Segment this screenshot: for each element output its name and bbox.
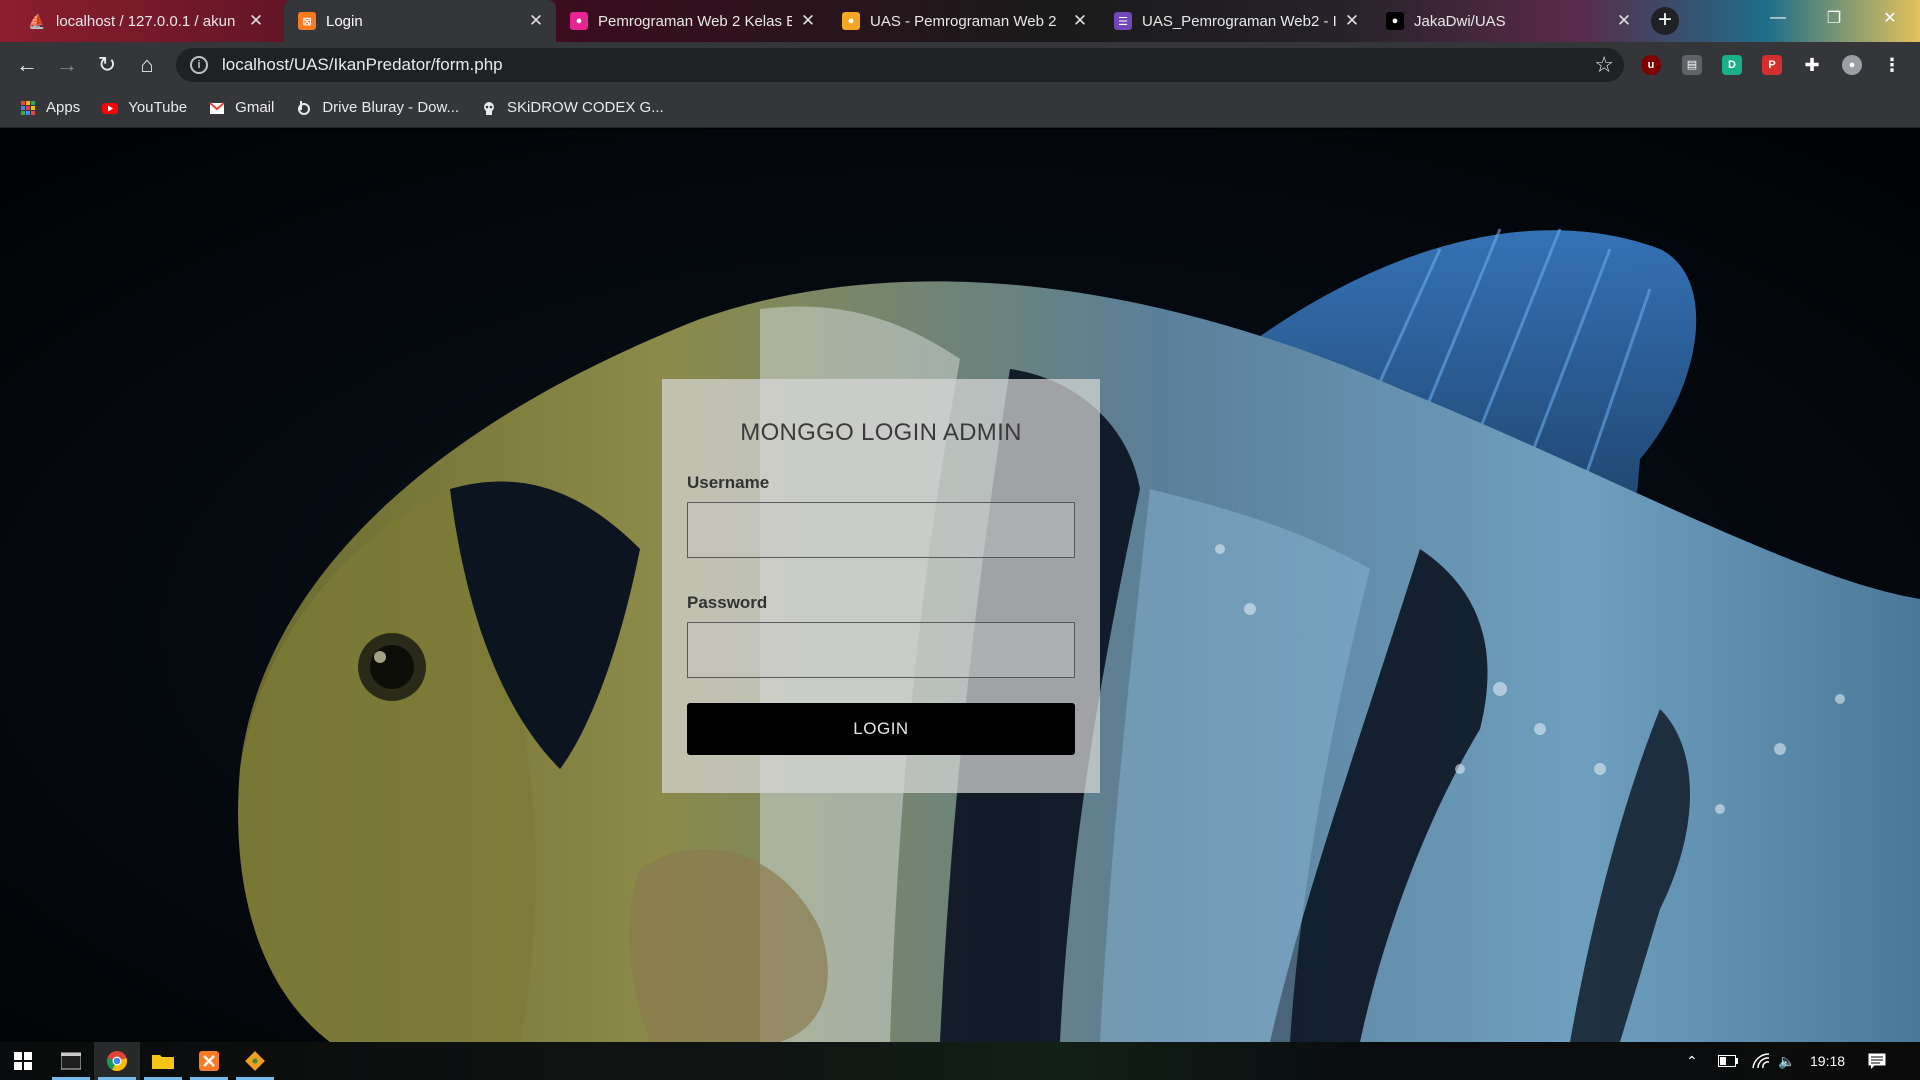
classroom-icon: ● xyxy=(842,12,860,30)
taskbar-chrome[interactable] xyxy=(94,1042,140,1080)
close-tab-icon[interactable]: ✕ xyxy=(528,12,544,29)
site-info-icon[interactable]: i xyxy=(190,56,208,74)
extension-d-icon[interactable]: D xyxy=(1722,55,1742,75)
close-tab-icon[interactable]: ✕ xyxy=(1072,12,1088,29)
taskbar-file-explorer[interactable] xyxy=(140,1042,186,1080)
new-tab-button[interactable]: + xyxy=(1651,7,1679,35)
xampp-icon: ⊠ xyxy=(298,12,316,30)
browser-toolbar: ← → ↻ ⌂ i localhost/UAS/IkanPredator/for… xyxy=(0,42,1920,88)
tab-uas-web2[interactable]: ● UAS - Pemrograman Web 2 ✕ xyxy=(828,0,1100,42)
tab-uas-form[interactable]: ☰ UAS_Pemrograman Web2 - I ✕ xyxy=(1100,0,1372,42)
bookmark-star-icon[interactable]: ☆ xyxy=(1594,52,1614,78)
bookmark-skidrow[interactable]: SKiDROW CODEX G... xyxy=(481,99,664,116)
minimize-button[interactable]: — xyxy=(1750,0,1806,36)
github-icon: ● xyxy=(1386,12,1404,30)
forward-button[interactable]: → xyxy=(52,50,82,80)
pdf-extension-icon[interactable]: P xyxy=(1762,55,1782,75)
tab-title: UAS - Pemrograman Web 2 xyxy=(870,12,1057,30)
notifications-icon[interactable] xyxy=(1868,1042,1886,1080)
tab-title: UAS_Pemrograman Web2 - I xyxy=(1142,12,1336,30)
tab-strip: ⛵ localhost / 127.0.0.1 / akun | p ✕ ⊠ L… xyxy=(0,0,1920,42)
clock[interactable]: 19:18 xyxy=(1810,1042,1845,1080)
ublock-icon[interactable]: u xyxy=(1641,55,1661,75)
bluray-icon xyxy=(298,100,311,115)
close-tab-icon[interactable]: ✕ xyxy=(1616,12,1632,29)
bookmark-drive-bluray[interactable]: Drive Bluray - Dow... xyxy=(296,99,459,116)
tab-phpmyadmin[interactable]: ⛵ localhost / 127.0.0.1 / akun | p ✕ xyxy=(14,0,276,42)
extensions-puzzle-icon[interactable]: ✚ xyxy=(1802,55,1822,75)
close-window-button[interactable]: ✕ xyxy=(1862,0,1918,36)
restore-button[interactable]: ❐ xyxy=(1806,0,1862,36)
volume-icon[interactable]: 🔈 xyxy=(1778,1042,1795,1080)
close-tab-icon[interactable]: ✕ xyxy=(800,12,816,29)
bookmark-youtube[interactable]: YouTube xyxy=(102,99,187,116)
tab-title: Login xyxy=(326,12,363,30)
xampp-icon xyxy=(199,1051,219,1071)
close-tab-icon[interactable]: ✕ xyxy=(1344,12,1360,29)
taskbar-xampp[interactable] xyxy=(186,1042,232,1080)
youtube-icon xyxy=(102,102,119,114)
taskbar-terminal[interactable] xyxy=(48,1042,94,1080)
terminal-icon xyxy=(61,1052,81,1070)
back-button[interactable]: ← xyxy=(12,50,42,80)
extension-icon[interactable]: ▤ xyxy=(1682,55,1702,75)
login-heading: MONGGO LOGIN ADMIN xyxy=(740,419,1022,446)
tray-show-hidden-icon[interactable]: ⌃ xyxy=(1686,1042,1698,1080)
taskbar-git[interactable] xyxy=(232,1042,278,1080)
git-icon xyxy=(245,1051,265,1071)
password-input[interactable] xyxy=(687,622,1075,678)
bookmark-label: YouTube xyxy=(128,99,188,116)
reload-button[interactable]: ↻ xyxy=(92,50,122,80)
profile-avatar[interactable]: ● xyxy=(1842,55,1862,75)
password-label: Password xyxy=(687,593,768,612)
apps-grid-icon xyxy=(21,100,35,115)
bookmark-label: Apps xyxy=(46,99,81,116)
tab-login[interactable]: ⊠ Login ✕ xyxy=(284,0,556,42)
start-button[interactable] xyxy=(0,1042,46,1080)
phpmyadmin-icon: ⛵ xyxy=(28,12,46,29)
forms-icon: ☰ xyxy=(1114,12,1132,30)
username-input[interactable] xyxy=(687,502,1075,558)
close-tab-icon[interactable]: ✕ xyxy=(248,12,264,29)
login-button[interactable]: LOGIN xyxy=(687,703,1075,755)
bookmark-label: Gmail xyxy=(235,99,275,116)
bookmarks-bar: Apps YouTube Gmail Drive Bluray - Dow...… xyxy=(0,88,1920,128)
menu-kebab-icon[interactable]: ⋮ xyxy=(1882,55,1902,75)
tab-pemrograman-web2[interactable]: ● Pemrograman Web 2 Kelas E ✕ xyxy=(556,0,828,42)
bookmark-label: Drive Bluray - Dow... xyxy=(322,99,460,116)
address-bar[interactable]: i localhost/UAS/IkanPredator/form.php ☆ xyxy=(176,48,1624,82)
page-viewport: MONGGO LOGIN ADMIN Username Password LOG… xyxy=(0,129,1920,1042)
classroom-icon: ● xyxy=(570,12,588,30)
home-button[interactable]: ⌂ xyxy=(132,50,162,80)
chrome-icon xyxy=(107,1051,127,1072)
bookmark-label: SKiDROW CODEX G... xyxy=(507,99,664,116)
battery-icon[interactable] xyxy=(1718,1042,1738,1080)
login-form: MONGGO LOGIN ADMIN Username Password LOG… xyxy=(662,379,1100,793)
username-label: Username xyxy=(687,473,770,492)
bookmark-apps[interactable]: Apps xyxy=(20,99,80,116)
windows-taskbar: ⌃ 🔈 19:18 xyxy=(0,1042,1920,1080)
wifi-icon[interactable] xyxy=(1752,1042,1770,1080)
url-text[interactable]: localhost/UAS/IkanPredator/form.php xyxy=(222,55,503,75)
skidrow-icon xyxy=(484,101,495,115)
gmail-icon xyxy=(209,101,225,114)
bookmark-gmail[interactable]: Gmail xyxy=(209,99,274,116)
tab-github[interactable]: ● JakaDwi/UAS ✕ xyxy=(1372,0,1644,42)
windows-logo-icon xyxy=(14,1052,32,1070)
tab-title: Pemrograman Web 2 Kelas E xyxy=(598,12,792,30)
folder-icon xyxy=(152,1055,174,1069)
tab-title: localhost / 127.0.0.1 / akun | p xyxy=(56,12,240,30)
tab-title: JakaDwi/UAS xyxy=(1414,12,1506,30)
